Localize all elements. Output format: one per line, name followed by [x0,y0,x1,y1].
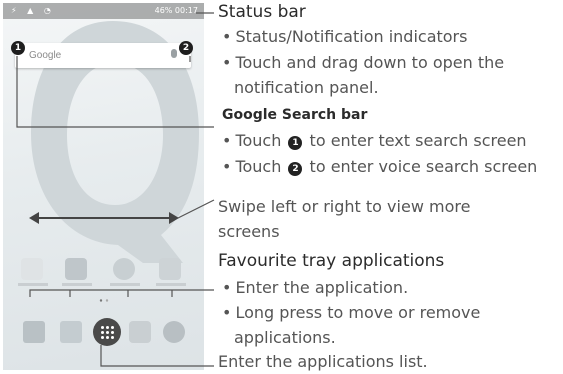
favourite-item: • Long press to move or remove [222,303,481,322]
favourite-item: • Enter the application. [222,278,409,297]
favourite-title: Favourite tray applications [218,251,445,271]
status-bar-item: • Touch and drag down to open the [222,53,505,72]
google-search-title: Google Search bar [222,107,368,123]
status-bar-item-cont: notification panel. [234,78,379,97]
favourite-item-cont: applications. [234,328,336,347]
swipe-text-line2: screens [218,222,280,241]
status-bar-item: • Status/Notification indicators [222,27,468,46]
status-bar-title: Status bar [218,2,306,22]
app-list-text: Enter the applications list. [218,352,428,371]
google-search-item-1: • Touch 1 to enter text search screen [222,131,527,150]
google-search-item-2: • Touch 2 to enter voice search screen [222,157,538,176]
swipe-text-line1: Swipe left or right to view more [218,197,471,216]
